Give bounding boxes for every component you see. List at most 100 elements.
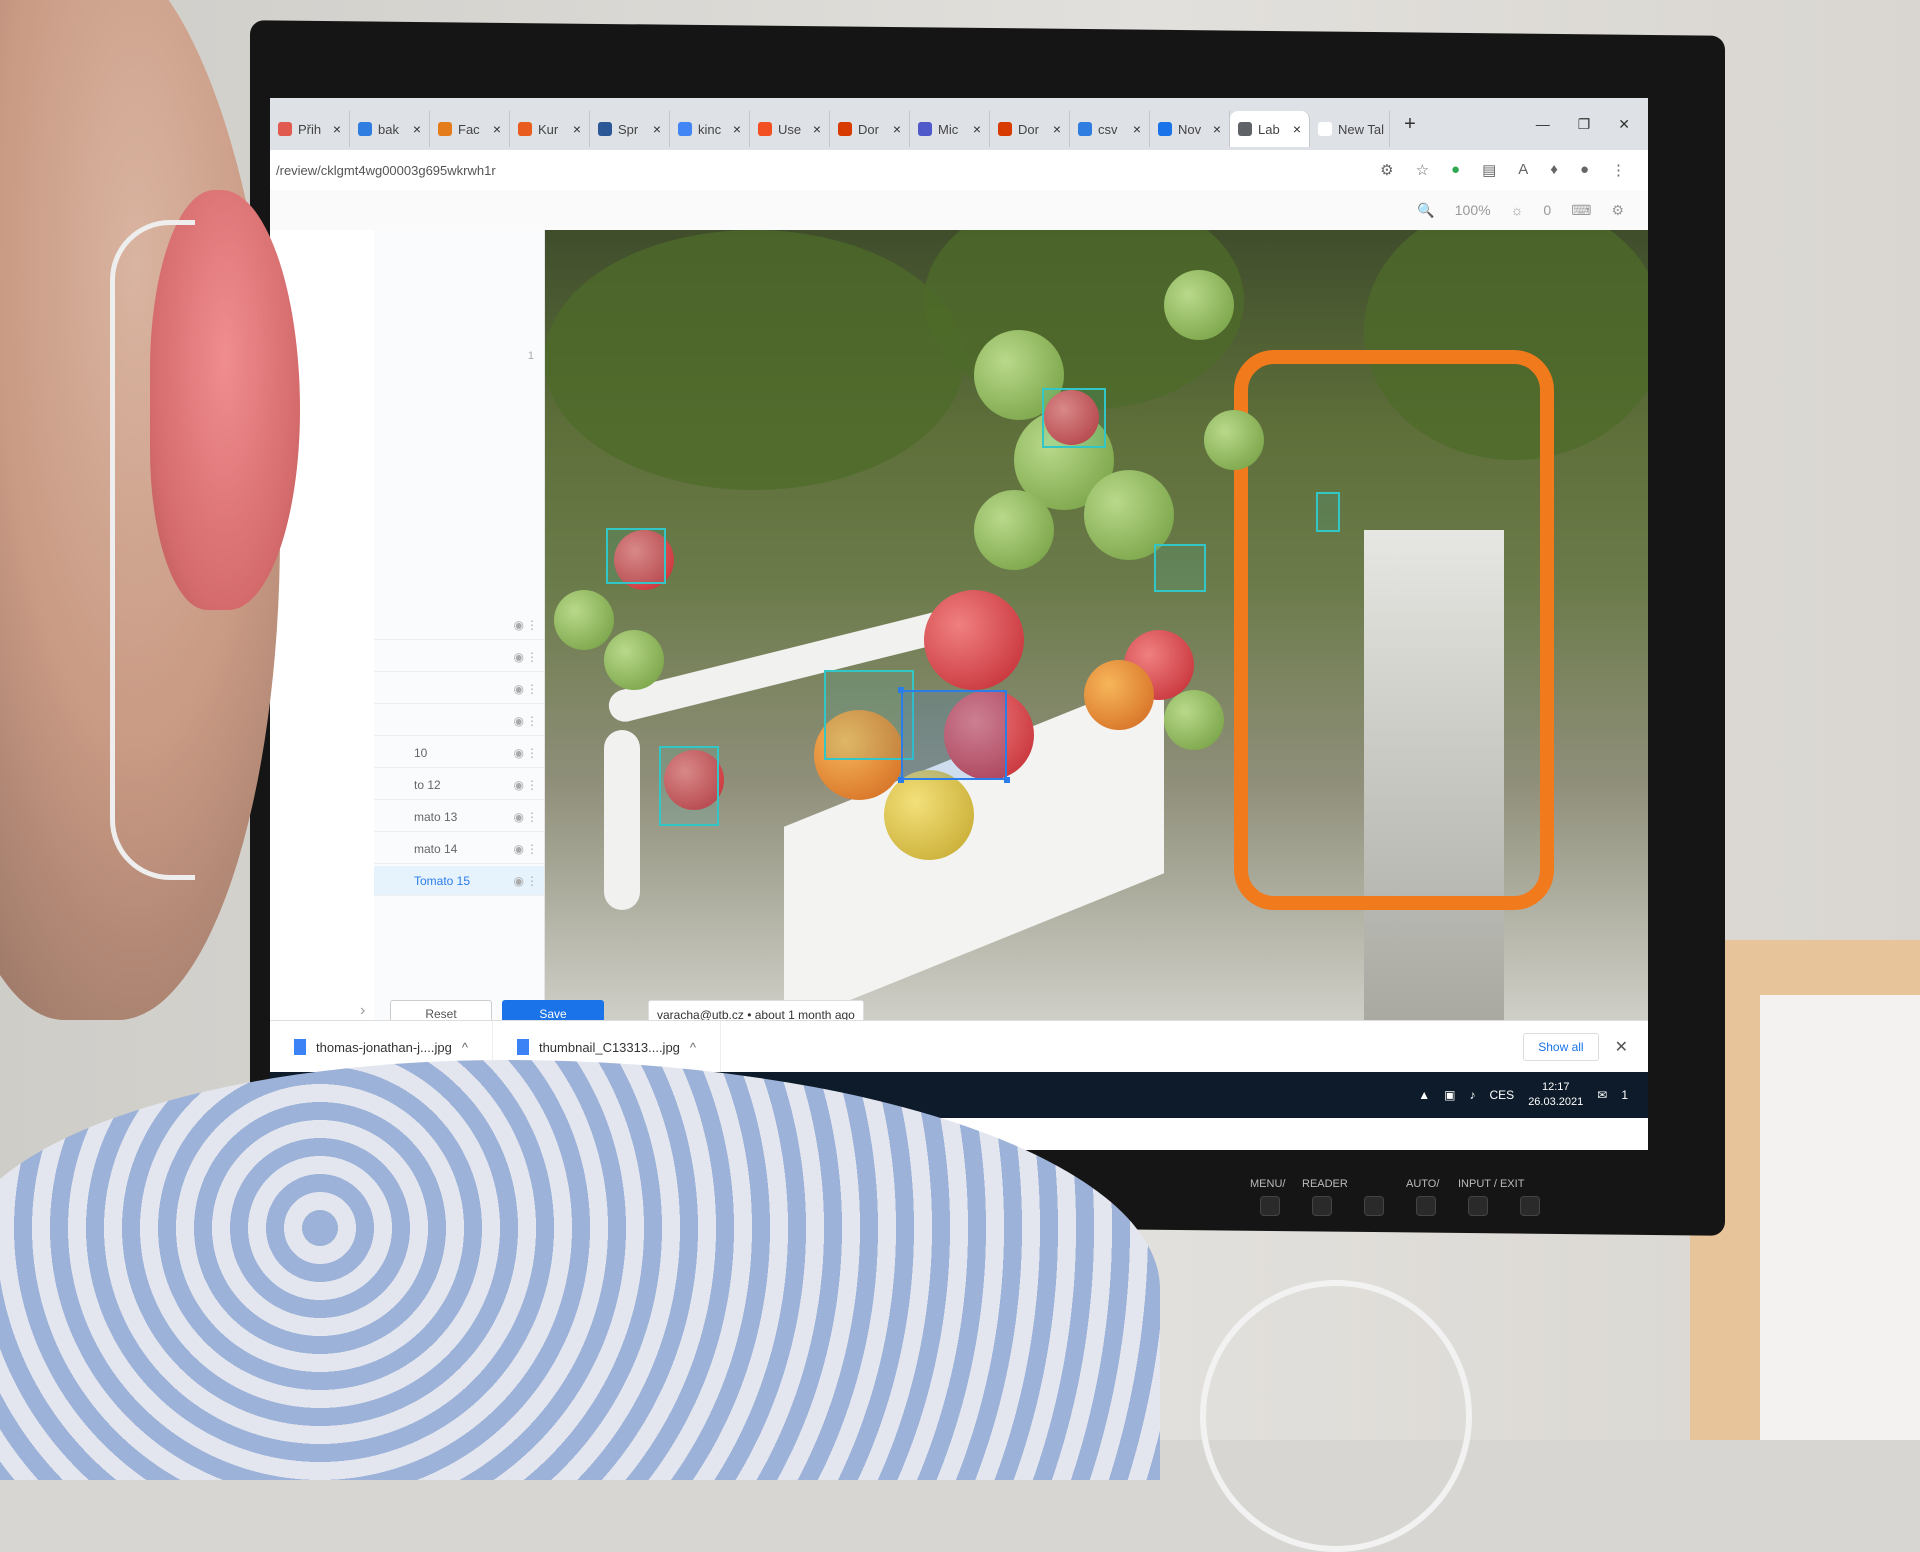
label-list-item[interactable]: Tomato 15 ◉ ⋮	[374, 866, 544, 896]
notifications-icon[interactable]: ✉	[1597, 1088, 1607, 1102]
power-button[interactable]	[1520, 1196, 1540, 1216]
visibility-eye-icon[interactable]: ◉	[514, 874, 524, 888]
browser-tab[interactable]: kinc ×	[670, 111, 750, 147]
browser-tab[interactable]: Fac ×	[430, 111, 510, 147]
label-menu-icon[interactable]: ⋮	[526, 874, 538, 888]
new-tab-button[interactable]: +	[1390, 113, 1430, 136]
language-indicator[interactable]: CES	[1490, 1088, 1515, 1102]
tab-close-icon[interactable]: ×	[493, 121, 501, 137]
network-icon[interactable]: ▣	[1444, 1088, 1455, 1102]
browser-tab[interactable]: Spr ×	[590, 111, 670, 147]
tab-close-icon[interactable]: ×	[813, 121, 821, 137]
show-all-button[interactable]: Show all	[1523, 1033, 1599, 1061]
resize-handle[interactable]	[898, 777, 904, 783]
tomato	[604, 630, 664, 690]
brightness-icon[interactable]: ☼	[1511, 202, 1524, 218]
menu-kebab-icon[interactable]: ⋮	[1611, 161, 1626, 179]
label-list-item[interactable]: 10 ◉ ⋮	[374, 738, 544, 768]
tab-close-icon[interactable]: ×	[1293, 121, 1301, 137]
label-list-item[interactable]: ◉ ⋮	[374, 610, 544, 640]
restore-icon[interactable]: ❐	[1578, 116, 1591, 133]
tab-close-icon[interactable]: ×	[1133, 121, 1141, 137]
label-menu-icon[interactable]: ⋮	[526, 842, 538, 856]
browser-tab[interactable]: bak ×	[350, 111, 430, 147]
keyboard-icon[interactable]: ⌨	[1571, 202, 1591, 219]
browser-tab[interactable]: Mic ×	[910, 111, 990, 147]
tab-close-icon[interactable]: ×	[653, 121, 661, 137]
chevron-up-icon[interactable]: ^	[690, 1040, 696, 1055]
label-menu-icon[interactable]: ⋮	[526, 618, 538, 632]
tab-close-icon[interactable]: ×	[573, 121, 581, 137]
monitor-control-button[interactable]	[1364, 1196, 1384, 1216]
star-icon[interactable]: ☆	[1416, 161, 1429, 179]
tray-icon[interactable]: ▲	[1418, 1088, 1430, 1102]
tab-close-icon[interactable]: ×	[413, 121, 421, 137]
bounding-box[interactable]	[606, 528, 666, 584]
monitor-control-button[interactable]	[1416, 1196, 1436, 1216]
bounding-box[interactable]	[1316, 492, 1340, 532]
tab-close-icon[interactable]: ×	[333, 121, 341, 137]
zoom-icon[interactable]: 🔍	[1417, 202, 1434, 219]
tab-close-icon[interactable]: ×	[1053, 121, 1061, 137]
browser-tab[interactable]: Dor ×	[990, 111, 1070, 147]
label-list-item[interactable]: ◉ ⋮	[374, 642, 544, 672]
tab-close-icon[interactable]: ×	[1213, 121, 1221, 137]
clock[interactable]: 12:17 26.03.2021	[1528, 1080, 1583, 1110]
label-menu-icon[interactable]: ⋮	[526, 714, 538, 728]
profile-avatar[interactable]: ●	[1580, 161, 1589, 179]
browser-tab[interactable]: Use ×	[750, 111, 830, 147]
settings-icon[interactable]: ⚙	[1611, 202, 1624, 219]
puzzle-icon[interactable]: ♦	[1550, 161, 1558, 179]
label-menu-icon[interactable]: ⋮	[526, 746, 538, 760]
label-list-item[interactable]: mato 13 ◉ ⋮	[374, 802, 544, 832]
spellcheck-icon[interactable]: A	[1518, 161, 1528, 179]
bounding-box[interactable]	[659, 746, 719, 826]
browser-tab[interactable]: Kur ×	[510, 111, 590, 147]
visibility-eye-icon[interactable]: ◉	[514, 714, 524, 728]
browser-tab[interactable]: Přih ×	[270, 111, 350, 147]
monitor-control-button[interactable]	[1260, 1196, 1280, 1216]
visibility-eye-icon[interactable]: ◉	[514, 650, 524, 664]
selected-bounding-box[interactable]	[901, 690, 1007, 780]
browser-tab[interactable]: Lab ×	[1230, 111, 1310, 147]
label-list-item[interactable]: mato 14 ◉ ⋮	[374, 834, 544, 864]
visibility-eye-icon[interactable]: ◉	[514, 842, 524, 856]
label-menu-icon[interactable]: ⋮	[526, 778, 538, 792]
resize-handle[interactable]	[898, 687, 904, 693]
reader-icon[interactable]: ▤	[1482, 161, 1496, 179]
browser-tab[interactable]: Nov ×	[1150, 111, 1230, 147]
visibility-eye-icon[interactable]: ◉	[514, 682, 524, 696]
tab-close-icon[interactable]: ×	[973, 121, 981, 137]
close-window-icon[interactable]: ✕	[1618, 116, 1630, 133]
label-list-item[interactable]: to 12 ◉ ⋮	[374, 770, 544, 800]
bounding-box[interactable]	[1042, 388, 1106, 448]
minimize-icon[interactable]: —	[1536, 116, 1550, 133]
label-list-item[interactable]: ◉ ⋮	[374, 674, 544, 704]
chevron-up-icon[interactable]: ^	[462, 1040, 468, 1055]
tab-favicon-icon	[278, 122, 292, 136]
visibility-eye-icon[interactable]: ◉	[514, 778, 524, 792]
label-list-item[interactable]: ◉ ⋮	[374, 706, 544, 736]
resize-handle[interactable]	[1004, 777, 1010, 783]
label-menu-icon[interactable]: ⋮	[526, 682, 538, 696]
chevron-right-icon[interactable]: ›	[360, 1002, 365, 1020]
browser-tab[interactable]: New Tal×	[1310, 111, 1390, 147]
tab-close-icon[interactable]: ×	[893, 121, 901, 137]
visibility-eye-icon[interactable]: ◉	[514, 746, 524, 760]
label-menu-icon[interactable]: ⋮	[526, 810, 538, 824]
monitor-control-button[interactable]	[1312, 1196, 1332, 1216]
url-text[interactable]: /review/cklgmt4wg00003g695wkrwh1r	[270, 163, 496, 178]
monitor-control-button[interactable]	[1468, 1196, 1488, 1216]
volume-icon[interactable]: ♪	[1470, 1088, 1476, 1102]
extension-green-icon[interactable]: ●	[1451, 161, 1460, 179]
browser-tab[interactable]: csv ×	[1070, 111, 1150, 147]
bounding-box[interactable]	[1154, 544, 1206, 592]
visibility-eye-icon[interactable]: ◉	[514, 810, 524, 824]
image-canvas[interactable]: □ 4	[374, 230, 1648, 1020]
browser-tab[interactable]: Dor ×	[830, 111, 910, 147]
tab-close-icon[interactable]: ×	[733, 121, 741, 137]
key-icon[interactable]: ⚙	[1380, 161, 1393, 179]
visibility-eye-icon[interactable]: ◉	[514, 618, 524, 632]
label-menu-icon[interactable]: ⋮	[526, 650, 538, 664]
close-downloads-icon[interactable]: ✕	[1599, 1037, 1648, 1057]
